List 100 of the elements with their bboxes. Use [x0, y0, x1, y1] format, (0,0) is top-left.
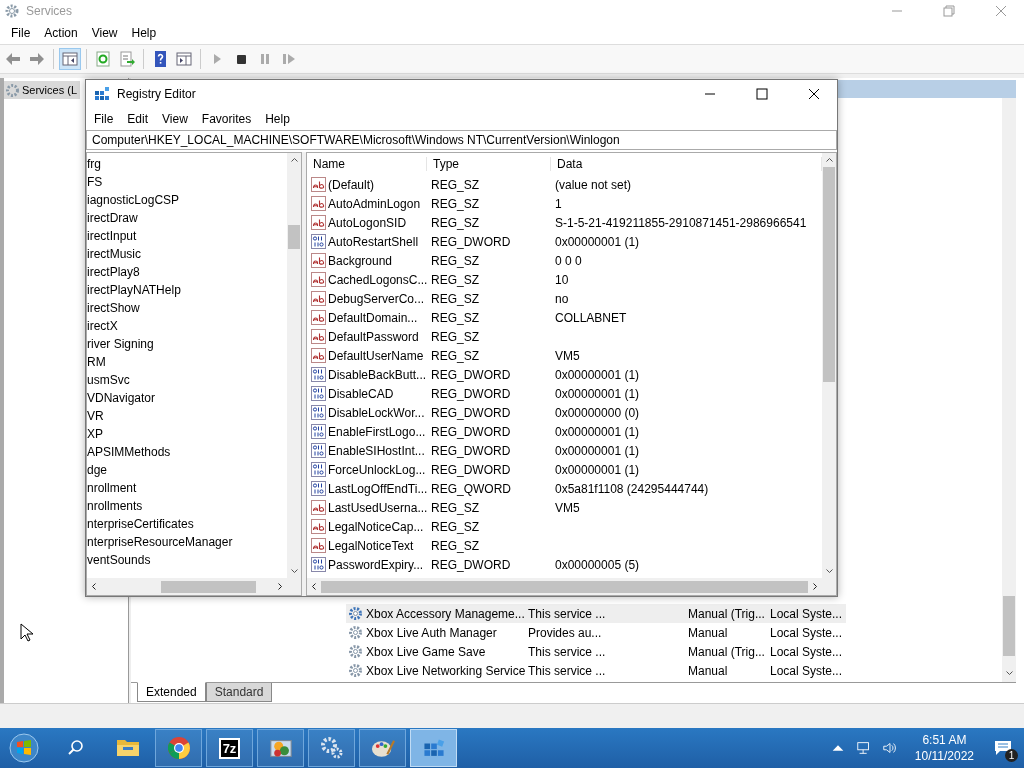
value-name[interactable]: Background	[328, 253, 393, 268]
value-name[interactable]: LastUsedUserna...	[328, 500, 428, 515]
value-data: 0x00000005 (5)	[554, 557, 641, 572]
tree-item[interactable]: nterpriseCertificates	[87, 515, 287, 533]
column-header[interactable]: Type	[427, 157, 551, 171]
tree-item[interactable]: irectX	[87, 317, 287, 335]
control-panel-taskbar-button[interactable]	[257, 729, 304, 767]
value-name[interactable]: EnableFirstLogo...	[328, 424, 426, 439]
value-name[interactable]: DefaultDomain...	[328, 310, 418, 325]
scroll-thumb[interactable]	[288, 225, 300, 249]
service-name: Xbox Live Networking Service	[366, 663, 526, 678]
value-name[interactable]: DefaultPassword	[328, 329, 419, 344]
tree-item[interactable]: VR	[87, 407, 287, 425]
view-tab[interactable]: Extended	[137, 682, 206, 702]
tree-item[interactable]: XP	[87, 425, 287, 443]
scrollbar[interactable]	[307, 578, 836, 595]
value-name[interactable]: LegalNoticeText	[328, 538, 414, 553]
scroll-thumb[interactable]	[1003, 596, 1015, 656]
value-name[interactable]: DisableLockWor...	[328, 405, 425, 420]
clock-time[interactable]: 6:51 AM	[922, 732, 967, 748]
value-type: REG_SZ	[430, 329, 480, 344]
clock-date[interactable]: 10/11/2022	[914, 748, 974, 764]
service-row[interactable]: Xbox Accessory Manageme... This service ... Manual (Trig... Local Syste...	[346, 604, 846, 623]
value-name[interactable]: LegalNoticeCap...	[328, 519, 424, 534]
service-row[interactable]: Xbox Live Auth Manager Provides au... Manual Local Syste...	[346, 623, 846, 642]
menu-item[interactable]: Edit	[120, 110, 156, 128]
scroll-up-icon[interactable]	[825, 158, 833, 162]
service-row[interactable]: Xbox Live Networking Service This service ... Manual Local Syste...	[346, 661, 846, 680]
tree-item[interactable]: usmSvc	[87, 371, 287, 389]
tree-item[interactable]: irectPlayNATHelp	[87, 281, 287, 299]
paint-taskbar-button[interactable]	[359, 729, 406, 767]
tree-item[interactable]: dge	[87, 461, 287, 479]
value-name[interactable]: AutoLogonSID	[328, 215, 407, 230]
tree-item[interactable]: ventSounds	[87, 551, 287, 569]
startup-type: Manual	[688, 663, 729, 678]
registry-taskbar-button[interactable]	[410, 729, 457, 767]
scrollbar[interactable]	[87, 578, 301, 595]
scroll-thumb[interactable]	[321, 580, 808, 593]
value-type: REG_SZ	[430, 272, 480, 287]
view-tab[interactable]: Standard	[205, 683, 273, 702]
value-name[interactable]: LastLogOffEndTi...	[328, 481, 428, 496]
service-row[interactable]: Xbox Live Game Save This service ... Manual (Trig... Local Syste...	[346, 642, 846, 661]
tree-item[interactable]: VDNavigator	[87, 389, 287, 407]
menu-item[interactable]: Action	[37, 24, 85, 42]
network-icon[interactable]	[855, 740, 872, 756]
notification-icon[interactable]	[993, 739, 1013, 757]
tree-item[interactable]: APSIMMethods	[87, 443, 287, 461]
value-name[interactable]: PasswordExpiry...	[328, 557, 424, 572]
address-bar[interactable]: Computer\HKEY_LOCAL_MACHINE\SOFTWARE\Microsoft\Windows NT\CurrentVersion\Winlogon	[86, 130, 837, 150]
scroll-left-icon[interactable]	[312, 583, 316, 590]
tree-item[interactable]: nrollments	[87, 497, 287, 515]
value-name[interactable]: (Default)	[328, 177, 374, 192]
services-taskbar-button[interactable]	[308, 729, 355, 767]
archiver-taskbar-button[interactable]: 7z	[206, 729, 253, 767]
volume-icon[interactable]	[881, 740, 898, 756]
scroll-left-icon[interactable]	[92, 583, 96, 590]
tree-item[interactable]: irectShow	[87, 299, 287, 317]
window-title: Registry Editor	[117, 87, 196, 101]
chrome-taskbar-button[interactable]	[155, 729, 202, 767]
value-name[interactable]: DebugServerCo...	[328, 291, 425, 306]
tree-item[interactable]: river Signing	[87, 335, 287, 353]
value-name[interactable]: DisableCAD	[328, 386, 394, 401]
scroll-right-icon[interactable]	[278, 583, 282, 590]
tree-item[interactable]: irectMusic	[87, 245, 287, 263]
value-name[interactable]: CachedLogonsC...	[328, 272, 428, 287]
tree-item[interactable]: frg	[87, 155, 287, 173]
menu-item[interactable]: File	[87, 110, 121, 128]
column-header[interactable]: Name	[307, 157, 427, 171]
tree-item[interactable]: irectDraw	[87, 209, 287, 227]
scroll-down-icon[interactable]	[290, 569, 298, 573]
scroll-down-icon[interactable]	[825, 569, 833, 573]
menu-item[interactable]: File	[4, 24, 38, 42]
menu-item[interactable]: View	[84, 24, 125, 42]
scroll-up-icon[interactable]	[290, 158, 298, 162]
scrollbar[interactable]	[822, 153, 836, 578]
menu-item[interactable]: Favorites	[194, 110, 259, 128]
value-name[interactable]: DefaultUserName	[328, 348, 424, 363]
tree-item[interactable]: Services (L	[4, 81, 81, 99]
tree-item[interactable]: RM	[87, 353, 287, 371]
tree-item[interactable]: FS	[87, 173, 287, 191]
scrollbar[interactable]	[1002, 98, 1016, 682]
menu-item[interactable]: View	[155, 110, 195, 128]
value-name[interactable]: ForceUnlockLog...	[328, 462, 426, 477]
menu-item[interactable]: Help	[124, 24, 164, 42]
tree-item[interactable]: irectPlay8	[87, 263, 287, 281]
tree-item[interactable]: iagnosticLogCSP	[87, 191, 287, 209]
tree-item[interactable]: nterpriseResourceManager	[87, 533, 287, 551]
scroll-right-icon[interactable]	[813, 583, 817, 590]
menu-item[interactable]: Help	[258, 110, 297, 128]
value-name[interactable]: AutoRestartShell	[328, 234, 419, 249]
scroll-thumb[interactable]	[161, 580, 256, 593]
tree-item[interactable]: irectInput	[87, 227, 287, 245]
scrollbar[interactable]	[287, 153, 301, 578]
console-tree-button[interactable]	[59, 48, 81, 70]
scroll-down-icon[interactable]	[1005, 671, 1013, 675]
value-name[interactable]: EnableSIHostInt...	[328, 443, 425, 458]
scroll-thumb[interactable]	[823, 167, 835, 382]
value-name[interactable]: AutoAdminLogon	[328, 196, 421, 211]
tree-item[interactable]: nrollment	[87, 479, 287, 497]
value-name[interactable]: DisableBackButt...	[328, 367, 427, 382]
